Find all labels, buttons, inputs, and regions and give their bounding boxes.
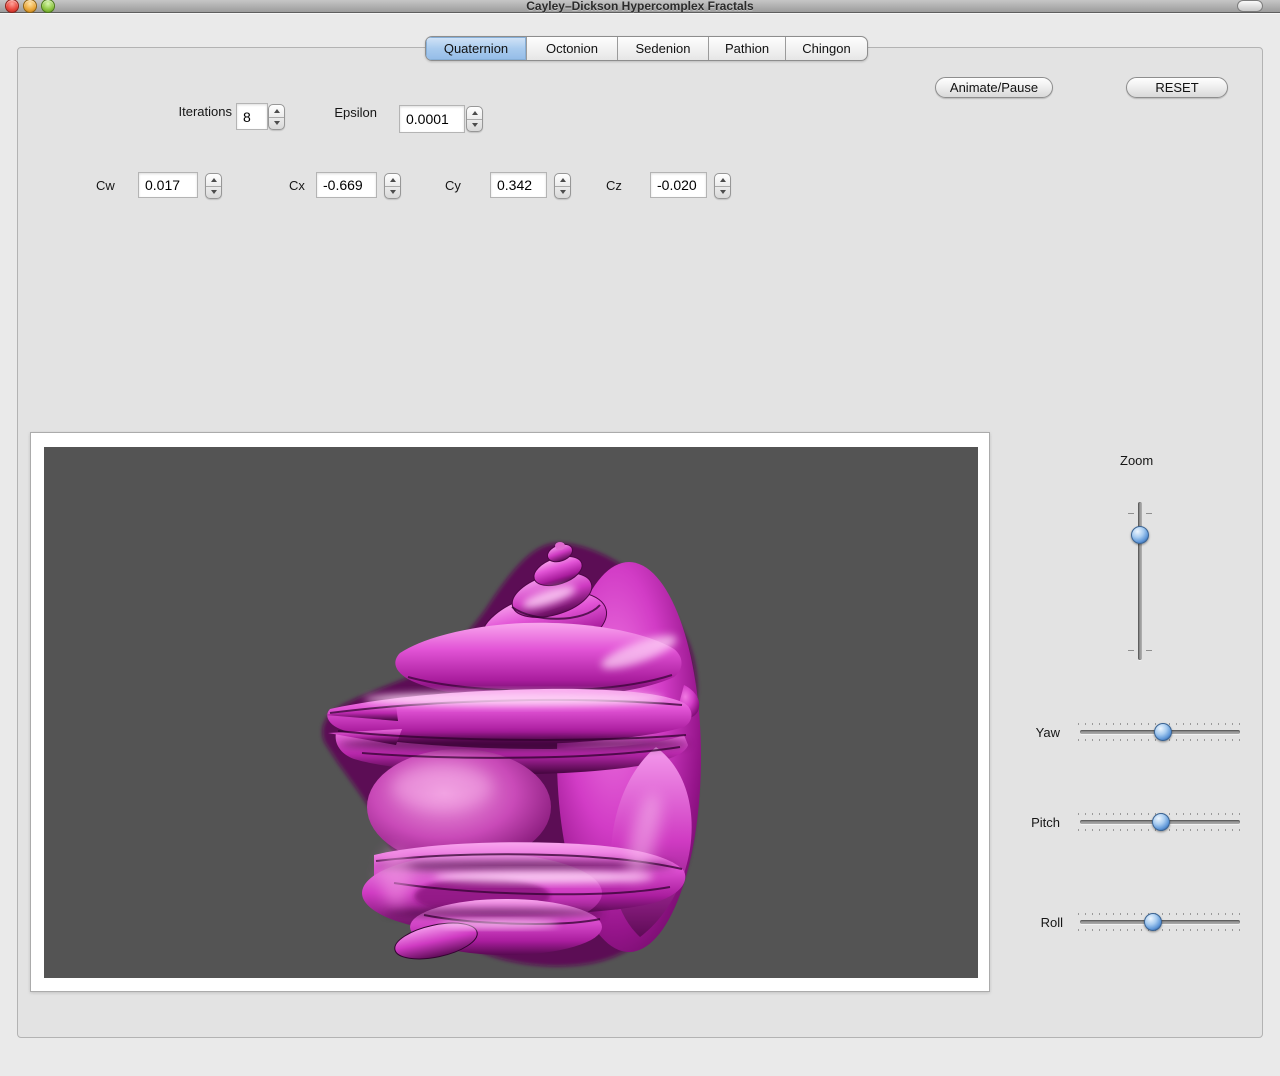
tab-pathion[interactable]: Pathion <box>708 37 785 60</box>
cx-stepper-up[interactable] <box>385 174 400 186</box>
tick-row <box>1078 929 1242 931</box>
tab-chingon-label: Chingon <box>802 41 850 56</box>
iterations-stepper-down[interactable] <box>269 117 284 130</box>
epsilon-label: Epsilon <box>317 105 377 120</box>
cx-stepper-down[interactable] <box>385 186 400 199</box>
reset-button[interactable]: RESET <box>1126 77 1228 98</box>
stepper-up-icon <box>211 178 217 182</box>
cx-stepper[interactable] <box>384 173 401 199</box>
iterations-label: Iterations <box>140 104 232 119</box>
stepper-down-icon <box>390 190 396 194</box>
tick-mark <box>1146 650 1152 651</box>
epsilon-stepper-down[interactable] <box>467 119 482 132</box>
zoom-slider-thumb[interactable] <box>1131 526 1149 544</box>
stepper-up-icon <box>720 178 726 182</box>
cy-stepper[interactable] <box>554 173 571 199</box>
stepper-down-icon <box>274 121 280 125</box>
cx-input[interactable] <box>316 172 377 198</box>
cw-label: Cw <box>96 178 115 193</box>
tick-mark <box>1146 513 1152 514</box>
tick-mark <box>1128 650 1134 651</box>
tab-sedenion-label: Sedenion <box>636 41 691 56</box>
stepper-down-icon <box>560 190 566 194</box>
stepper-down-icon <box>720 190 726 194</box>
fractal-render[interactable] <box>44 447 978 978</box>
pitch-slider-thumb[interactable] <box>1152 813 1170 831</box>
stepper-up-icon <box>560 178 566 182</box>
cy-stepper-down[interactable] <box>555 186 570 199</box>
cz-stepper[interactable] <box>714 173 731 199</box>
tab-quaternion-label: Quaternion <box>444 41 508 56</box>
iterations-input[interactable] <box>236 103 268 130</box>
tab-octonion[interactable]: Octonion <box>526 37 617 60</box>
fractal-viewport[interactable] <box>44 447 978 978</box>
cw-input[interactable] <box>138 172 198 198</box>
stepper-down-icon <box>472 123 478 127</box>
cy-stepper-up[interactable] <box>555 174 570 186</box>
tick-mark <box>1128 513 1134 514</box>
epsilon-input[interactable] <box>399 105 465 133</box>
tab-chingon[interactable]: Chingon <box>785 37 867 60</box>
cy-input[interactable] <box>490 172 547 198</box>
stepper-down-icon <box>211 190 217 194</box>
epsilon-stepper-up[interactable] <box>467 107 482 119</box>
roll-slider-thumb[interactable] <box>1144 913 1162 931</box>
iterations-stepper-up[interactable] <box>269 105 284 117</box>
cx-label: Cx <box>289 178 305 193</box>
app-window: { "window": { "title": "Cayley–Dickson H… <box>0 0 1280 1076</box>
tab-octonion-label: Octonion <box>546 41 598 56</box>
yaw-slider-thumb[interactable] <box>1154 723 1172 741</box>
cz-stepper-down[interactable] <box>715 186 730 199</box>
titlebar[interactable]: Cayley–Dickson Hypercomplex Fractals <box>0 0 1280 13</box>
tab-pathion-label: Pathion <box>725 41 769 56</box>
zoom-slider-label: Zoom <box>1120 453 1153 468</box>
animate-pause-button[interactable]: Animate/Pause <box>935 77 1053 98</box>
stepper-up-icon <box>274 109 280 113</box>
epsilon-stepper[interactable] <box>466 106 483 132</box>
titlebar-divider <box>0 13 1280 14</box>
roll-slider[interactable] <box>1080 913 1240 931</box>
zoom-slider[interactable] <box>1128 502 1152 660</box>
pitch-slider-label: Pitch <box>998 815 1060 830</box>
cw-stepper-up[interactable] <box>206 174 221 186</box>
fractal-type-tabs: Quaternion Octonion Sedenion Pathion Chi… <box>425 36 868 61</box>
stepper-up-icon <box>390 178 396 182</box>
tab-quaternion[interactable]: Quaternion <box>426 37 526 60</box>
cz-label: Cz <box>606 178 622 193</box>
tick-row <box>1078 913 1242 915</box>
cz-input[interactable] <box>650 172 707 198</box>
roll-slider-label: Roll <box>1007 915 1063 930</box>
stepper-up-icon <box>472 111 478 115</box>
pitch-slider[interactable] <box>1080 813 1240 831</box>
render-frame <box>30 432 990 992</box>
cy-label: Cy <box>445 178 461 193</box>
tab-sedenion[interactable]: Sedenion <box>617 37 708 60</box>
window-title: Cayley–Dickson Hypercomplex Fractals <box>0 0 1280 13</box>
yaw-slider[interactable] <box>1080 723 1240 741</box>
toolbar-toggle-icon[interactable] <box>1237 0 1263 12</box>
cz-stepper-up[interactable] <box>715 174 730 186</box>
cw-stepper[interactable] <box>205 173 222 199</box>
iterations-stepper[interactable] <box>268 104 285 130</box>
yaw-slider-label: Yaw <box>1004 725 1060 740</box>
cw-stepper-down[interactable] <box>206 186 221 199</box>
